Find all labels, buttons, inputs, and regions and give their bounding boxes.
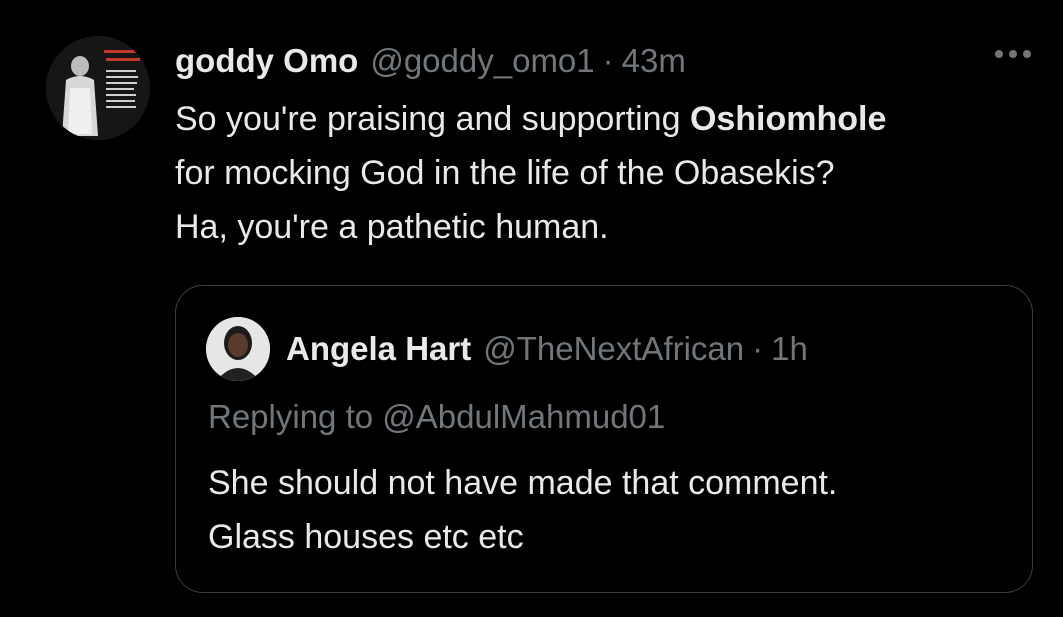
quoted-display-name[interactable]: Angela Hart xyxy=(286,330,471,368)
quoted-avatar[interactable] xyxy=(206,317,270,381)
tweet-text-bold: Oshiomhole xyxy=(689,100,887,138)
tweet-text-line-2: for mocking God in the life of the Obase… xyxy=(175,154,835,192)
dot xyxy=(995,50,1003,58)
separator-dot: · xyxy=(602,42,614,79)
quoted-header: Angela Hart @TheNextAfrican · 1h xyxy=(286,328,808,370)
tweet-text: So you're praising and supporting Oshiom… xyxy=(175,92,1045,254)
avatar-image xyxy=(46,36,150,140)
tweet-header: goddy Omo @goddy_omo1 · 43m xyxy=(175,40,686,82)
quoted-separator-dot: · xyxy=(752,330,764,367)
replying-to-label: Replying to xyxy=(208,398,383,435)
quoted-timestamp[interactable]: 1h xyxy=(771,330,808,368)
tweet-text-line-1: So you're praising and supporting Oshiom… xyxy=(175,92,1045,146)
quoted-tweet-text: She should not have made that comment. G… xyxy=(208,456,1008,564)
dot xyxy=(1009,50,1017,58)
display-name[interactable]: goddy Omo xyxy=(175,42,358,80)
quoted-text-line-1: She should not have made that comment. xyxy=(208,464,838,502)
tweet-text-part: So you're praising and supporting xyxy=(175,100,690,138)
user-handle[interactable]: @goddy_omo1 xyxy=(370,42,594,80)
quoted-tweet[interactable]: Angela Hart @TheNextAfrican · 1h Replyin… xyxy=(175,285,1033,593)
quoted-text-line-2: Glass houses etc etc xyxy=(208,518,524,556)
more-horizontal-icon[interactable] xyxy=(995,50,1031,58)
quoted-user-handle[interactable]: @TheNextAfrican xyxy=(483,330,744,368)
quoted-avatar-image xyxy=(206,317,270,381)
reply-mention-link[interactable]: @AbdulMahmud01 xyxy=(382,398,665,435)
replying-to: Replying to @AbdulMahmud01 xyxy=(208,398,665,436)
tweet-text-line-3: Ha, you're a pathetic human. xyxy=(175,208,609,246)
timestamp[interactable]: 43m xyxy=(622,42,686,80)
dot xyxy=(1023,50,1031,58)
tweet[interactable]: goddy Omo @goddy_omo1 · 43m So you're pr… xyxy=(0,0,1063,617)
avatar[interactable] xyxy=(46,36,150,140)
